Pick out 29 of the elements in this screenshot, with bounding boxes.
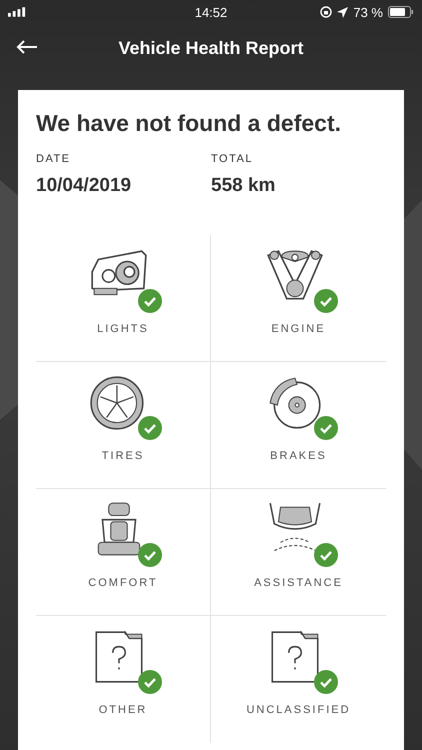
back-arrow-icon xyxy=(16,40,38,54)
battery-percentage: 73 % xyxy=(353,4,383,20)
total-value: 558 km xyxy=(211,175,276,197)
location-arrow-icon xyxy=(337,6,348,18)
category-tile[interactable]: OTHER xyxy=(36,616,211,743)
category-label: LIGHTS xyxy=(97,323,149,335)
date-label: DATE xyxy=(36,153,72,165)
category-tile[interactable]: BRAKES xyxy=(211,362,386,489)
signal-icon xyxy=(8,7,27,17)
category-label: TIRES xyxy=(102,450,144,462)
category-tile[interactable]: ENGINE xyxy=(211,235,386,362)
category-label: ENGINE xyxy=(271,323,326,335)
category-tile[interactable]: ASSISTANCE xyxy=(211,489,386,616)
rotation-lock-icon xyxy=(320,6,332,18)
total-label: TOTAL xyxy=(211,153,254,165)
date-value: 10/04/2019 xyxy=(36,175,132,197)
report-headline: We have not found a defect. xyxy=(36,110,342,137)
category-label: OTHER xyxy=(98,704,148,716)
screen-title: Vehicle Health Report xyxy=(118,38,304,58)
category-tile[interactable]: LIGHTS xyxy=(36,235,211,362)
battery-icon xyxy=(388,6,414,18)
category-label: UNCLASSIFIED xyxy=(246,704,351,716)
category-label: ASSISTANCE xyxy=(254,577,343,589)
category-tile[interactable]: COMFORT xyxy=(36,489,211,616)
category-label: COMFORT xyxy=(88,577,158,589)
category-label: BRAKES xyxy=(270,450,327,462)
category-tile[interactable]: TIRES xyxy=(36,362,211,489)
category-tile[interactable]: UNCLASSIFIED xyxy=(211,616,386,743)
status-time: 14:52 xyxy=(194,4,228,20)
